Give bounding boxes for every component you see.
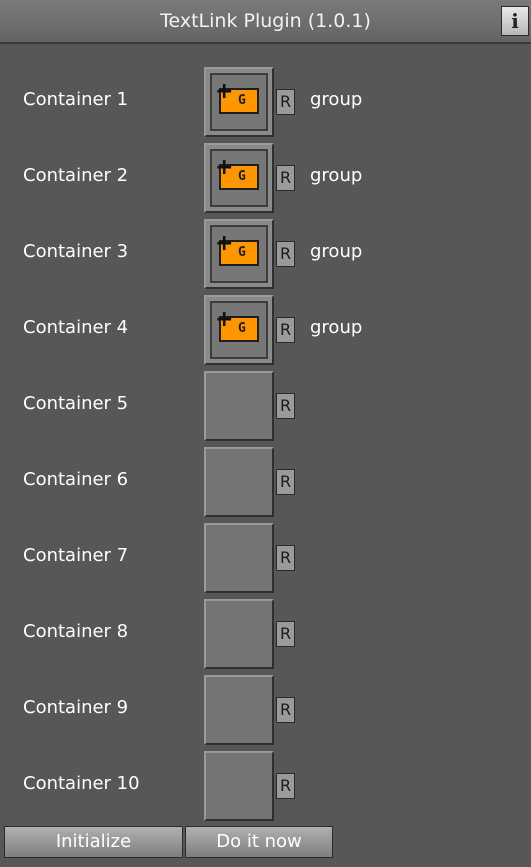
- container-row: Container 3 + G Rgroup: [0, 219, 531, 289]
- group-name-label: group: [310, 317, 363, 338]
- reset-button[interactable]: R: [276, 241, 295, 267]
- plus-glyph-icon: +: [215, 79, 234, 104]
- group-icon: + G: [215, 157, 259, 190]
- title-bar: TextLink Plugin (1.0.1) i: [0, 0, 531, 44]
- container-row: Container 6 R: [0, 447, 531, 517]
- group-name-label: group: [310, 89, 363, 110]
- reset-button[interactable]: R: [276, 165, 295, 191]
- container-drop-slot[interactable]: [204, 599, 274, 669]
- initialize-button[interactable]: Initialize: [4, 826, 183, 858]
- container-drop-slot[interactable]: + G: [204, 143, 274, 213]
- container-label: Container 3: [23, 241, 129, 262]
- container-row: Container 10 R: [0, 751, 531, 821]
- container-drop-slot[interactable]: + G: [204, 219, 274, 289]
- plus-glyph-icon: +: [215, 307, 234, 332]
- container-row: Container 1 + G Rgroup: [0, 67, 531, 137]
- container-slot-frame: + G: [210, 149, 268, 207]
- container-row: Container 7 R: [0, 523, 531, 593]
- plus-glyph-icon: +: [215, 155, 234, 180]
- group-name-label: group: [310, 165, 363, 186]
- reset-button[interactable]: R: [276, 773, 295, 799]
- container-label: Container 6: [23, 469, 129, 490]
- reset-button[interactable]: R: [276, 317, 295, 343]
- group-icon: + G: [215, 233, 259, 266]
- container-label: Container 7: [23, 545, 129, 566]
- container-row: Container 2 + G Rgroup: [0, 143, 531, 213]
- do-it-now-button[interactable]: Do it now: [185, 826, 333, 858]
- g-glyph-icon: G: [238, 93, 246, 108]
- container-drop-slot[interactable]: [204, 371, 274, 441]
- group-icon: + G: [215, 81, 259, 114]
- g-glyph-icon: G: [238, 321, 246, 336]
- container-drop-slot[interactable]: + G: [204, 295, 274, 365]
- info-icon[interactable]: i: [501, 6, 529, 36]
- container-drop-slot[interactable]: + G: [204, 67, 274, 137]
- container-label: Container 2: [23, 165, 129, 186]
- container-label: Container 4: [23, 317, 129, 338]
- plus-glyph-icon: +: [215, 231, 234, 256]
- reset-button[interactable]: R: [276, 621, 295, 647]
- group-name-label: group: [310, 241, 363, 262]
- container-slot-frame: + G: [210, 301, 268, 359]
- reset-button[interactable]: R: [276, 393, 295, 419]
- container-drop-slot[interactable]: [204, 675, 274, 745]
- container-drop-slot[interactable]: [204, 523, 274, 593]
- container-slot-frame: + G: [210, 73, 268, 131]
- container-row: Container 8 R: [0, 599, 531, 669]
- container-drop-slot[interactable]: [204, 447, 274, 517]
- container-label: Container 10: [23, 773, 140, 794]
- reset-button[interactable]: R: [276, 697, 295, 723]
- container-row: Container 9 R: [0, 675, 531, 745]
- container-label: Container 5: [23, 393, 129, 414]
- container-row: Container 4 + G Rgroup: [0, 295, 531, 365]
- g-glyph-icon: G: [238, 245, 246, 260]
- g-glyph-icon: G: [238, 169, 246, 184]
- container-label: Container 9: [23, 697, 129, 718]
- container-slot-frame: + G: [210, 225, 268, 283]
- reset-button[interactable]: R: [276, 545, 295, 571]
- window-title: TextLink Plugin (1.0.1): [160, 10, 371, 32]
- reset-button[interactable]: R: [276, 469, 295, 495]
- container-row: Container 5 R: [0, 371, 531, 441]
- container-label: Container 8: [23, 621, 129, 642]
- container-label: Container 1: [23, 89, 129, 110]
- reset-button[interactable]: R: [276, 89, 295, 115]
- container-drop-slot[interactable]: [204, 751, 274, 821]
- group-icon: + G: [215, 309, 259, 342]
